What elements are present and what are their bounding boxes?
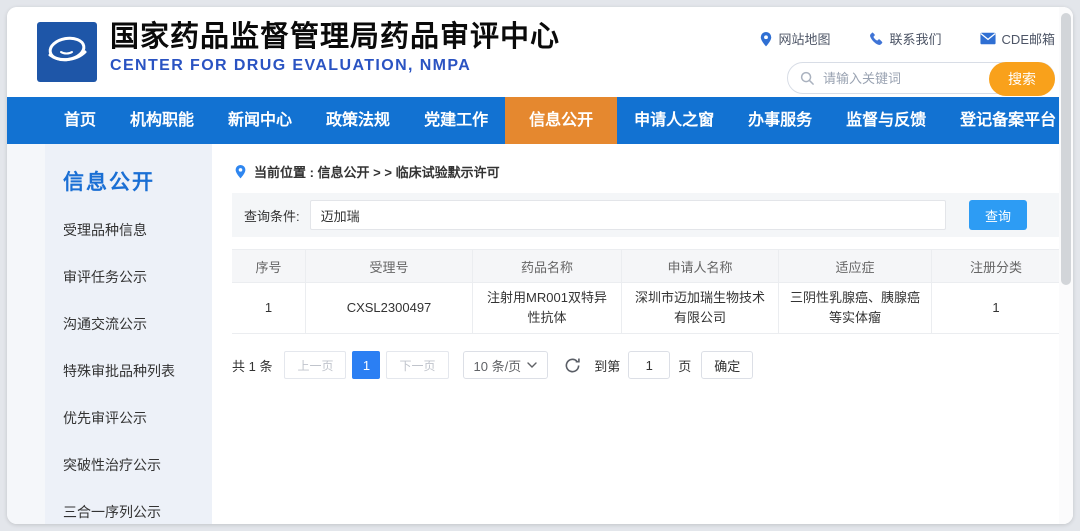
nav-item-policy[interactable]: 政策法规: [309, 97, 407, 144]
search-icon: [800, 71, 815, 86]
nav-item-home[interactable]: 首页: [47, 97, 113, 144]
mailbox-link-label: CDE邮箱: [1002, 29, 1055, 48]
cell-applicant: 深圳市迈加瑞生物技术有限公司: [622, 283, 779, 334]
pagination-total: 共 1 条: [232, 356, 272, 375]
main-nav: 首页 机构职能 新闻中心 政策法规 党建工作 信息公开 申请人之窗 办事服务 监…: [7, 97, 1073, 144]
column-header-acceptance-no: 受理号: [306, 250, 473, 283]
prev-page-button[interactable]: 上一页: [284, 351, 346, 379]
results-table: 序号 受理号 药品名称 申请人名称 适应症 注册分类 1 CXSL2300497…: [232, 249, 1060, 334]
page-size-value: 10 条/页: [474, 356, 522, 375]
sidebar-item-breakthrough-therapy[interactable]: 突破性治疗公示: [63, 455, 212, 475]
sitemap-link-label: 网站地图: [779, 29, 831, 48]
query-input[interactable]: [310, 200, 946, 230]
goto-page-suffix: 页: [678, 356, 691, 375]
quick-links: 网站地图 联系我们 CDE邮箱: [759, 29, 1055, 48]
sidebar-item-special-approval[interactable]: 特殊审批品种列表: [63, 361, 212, 381]
cde-logo-icon: [37, 22, 97, 82]
query-button[interactable]: 查询: [969, 200, 1027, 230]
main-area: 信息公开 受理品种信息 审评任务公示 沟通交流公示 特殊审批品种列表 优先审评公…: [7, 144, 1073, 524]
envelope-icon: [980, 32, 996, 45]
refresh-button[interactable]: [564, 357, 581, 374]
goto-page-label: 到第: [594, 356, 620, 375]
nav-item-info-disclosure[interactable]: 信息公开: [505, 97, 617, 144]
sidebar: 信息公开 受理品种信息 审评任务公示 沟通交流公示 特殊审批品种列表 优先审评公…: [45, 144, 212, 524]
table-header-row: 序号 受理号 药品名称 申请人名称 适应症 注册分类: [232, 250, 1060, 283]
cell-indication: 三阴性乳腺癌、胰腺癌等实体瘤: [779, 283, 932, 334]
breadcrumb: 当前位置 : 信息公开 > > 临床试验默示许可: [232, 158, 1059, 193]
site-search-box: 搜索: [787, 62, 1055, 94]
mailbox-link[interactable]: CDE邮箱: [980, 29, 1055, 48]
site-subtitle: CENTER FOR DRUG EVALUATION, NMPA: [110, 57, 560, 75]
site-header: 国家药品监督管理局药品审评中心 CENTER FOR DRUG EVALUATI…: [7, 7, 1073, 97]
column-header-indication: 适应症: [779, 250, 932, 283]
site-title-block: 国家药品监督管理局药品审评中心 CENTER FOR DRUG EVALUATI…: [110, 20, 560, 75]
scrollbar-thumb[interactable]: [1061, 13, 1071, 285]
sidebar-title: 信息公开: [63, 166, 212, 196]
nav-item-functions[interactable]: 机构职能: [113, 97, 211, 144]
nav-item-supervision[interactable]: 监督与反馈: [829, 97, 943, 144]
refresh-icon: [564, 357, 581, 374]
sitemap-link[interactable]: 网站地图: [759, 29, 831, 48]
goto-page-input[interactable]: [628, 351, 670, 379]
nav-item-services[interactable]: 办事服务: [731, 97, 829, 144]
cell-drug-name: 注射用MR001双特异性抗体: [473, 283, 622, 334]
page-number-button[interactable]: 1: [352, 351, 380, 379]
cell-seq: 1: [232, 283, 306, 334]
nav-item-registration-platform[interactable]: 登记备案平台: [943, 97, 1073, 144]
phone-icon: [869, 31, 884, 46]
breadcrumb-text: 当前位置 : 信息公开 > > 临床试验默示许可: [254, 162, 500, 181]
cell-acceptance-no: CXSL2300497: [306, 283, 473, 334]
query-label: 查询条件:: [244, 206, 300, 225]
nav-item-party[interactable]: 党建工作: [407, 97, 505, 144]
column-header-drug-name: 药品名称: [473, 250, 622, 283]
location-pin-icon: [234, 164, 247, 179]
cell-registration-class: 1: [932, 283, 1060, 334]
column-header-applicant: 申请人名称: [622, 250, 779, 283]
table-row: 1 CXSL2300497 注射用MR001双特异性抗体 深圳市迈加瑞生物技术有…: [232, 283, 1060, 334]
sidebar-item-three-in-one[interactable]: 三合一序列公示: [63, 502, 212, 522]
browser-page: 国家药品监督管理局药品审评中心 CENTER FOR DRUG EVALUATI…: [7, 7, 1073, 524]
sidebar-item-review-tasks[interactable]: 审评任务公示: [63, 267, 212, 287]
page-scrollbar: [1059, 7, 1073, 524]
column-header-seq: 序号: [232, 250, 306, 283]
sidebar-item-communication[interactable]: 沟通交流公示: [63, 314, 212, 334]
sidebar-item-accepted-varieties[interactable]: 受理品种信息: [63, 220, 212, 240]
chevron-down-icon: [527, 362, 537, 368]
next-page-button[interactable]: 下一页: [386, 351, 448, 379]
nav-item-applicant[interactable]: 申请人之窗: [617, 97, 731, 144]
site-title: 国家药品监督管理局药品审评中心: [110, 20, 560, 54]
nav-item-news[interactable]: 新闻中心: [211, 97, 309, 144]
pagination: 共 1 条 上一页 1 下一页 10 条/页 到第: [232, 351, 1059, 379]
confirm-button[interactable]: 确定: [701, 351, 753, 379]
cde-logo: [37, 22, 97, 82]
sidebar-item-priority-review[interactable]: 优先审评公示: [63, 408, 212, 428]
page-size-select[interactable]: 10 条/页: [463, 351, 549, 379]
column-header-registration-class: 注册分类: [932, 250, 1060, 283]
contact-link[interactable]: 联系我们: [869, 29, 942, 48]
contact-link-label: 联系我们: [890, 29, 942, 48]
location-pin-icon: [759, 31, 773, 47]
content-area: 当前位置 : 信息公开 > > 临床试验默示许可 查询条件: 查询 序号 受理号…: [212, 144, 1073, 524]
query-bar: 查询条件: 查询: [232, 193, 1060, 237]
site-search-button[interactable]: 搜索: [989, 62, 1055, 96]
